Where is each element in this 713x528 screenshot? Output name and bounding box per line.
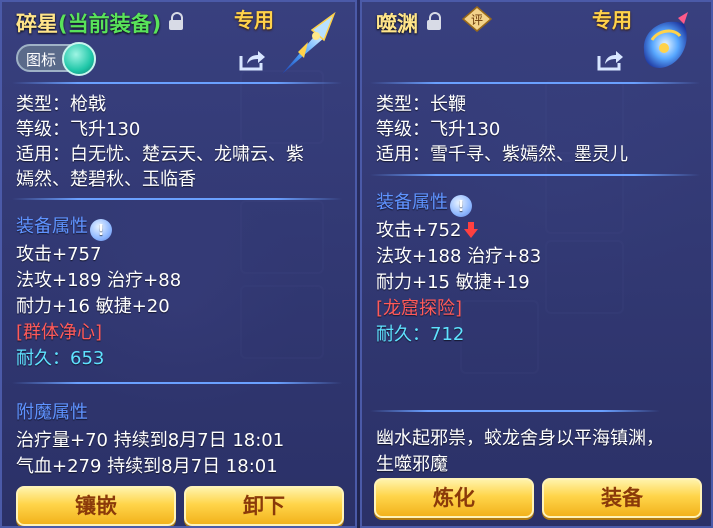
stat-stamina-agility: 耐力+15 敏捷+19 — [376, 272, 530, 293]
lock-icon[interactable] — [426, 12, 442, 30]
divider — [12, 198, 342, 200]
item-type: 类型：枪戟 — [16, 94, 106, 115]
attribute-title-text: 装备属性 — [376, 192, 448, 213]
unequip-button[interactable]: 卸下 — [184, 486, 344, 526]
rating-text: 评 — [471, 13, 483, 27]
toggle-label: 图标 — [26, 51, 57, 69]
divider — [370, 174, 700, 176]
item-description-cont: 生噬邪魔 — [376, 454, 448, 475]
item-name: 碎星 — [16, 12, 58, 36]
item-name: 噬渊 — [376, 12, 418, 36]
exclusive-badge: 专用 — [234, 8, 274, 32]
stat-magic-heal: 法攻+189 治疗+88 — [16, 270, 182, 291]
effect-tag: [龙窟探险] — [376, 298, 463, 319]
lock-icon[interactable] — [168, 12, 184, 30]
divider — [12, 382, 342, 384]
stat-stamina-agility: 耐力+16 敏捷+20 — [16, 296, 170, 317]
effect-tag: [群体净心] — [16, 322, 103, 343]
stat-magic-heal: 法攻+188 治疗+83 — [376, 246, 542, 267]
stat-attack: 攻击+757 — [16, 244, 102, 265]
share-icon[interactable] — [596, 48, 624, 72]
attribute-section-title: 装备属性! — [16, 212, 112, 241]
item-level: 等级：飞升130 — [16, 119, 141, 140]
divider — [12, 82, 342, 84]
equipped-label: (当前装备) — [58, 12, 162, 36]
item-title: 碎星(当前装备) — [16, 8, 161, 38]
divider — [370, 82, 700, 84]
item-description: 幽水起邪祟，蛟龙舍身以平海镇渊， — [376, 428, 664, 449]
durability: 耐久：653 — [16, 348, 105, 369]
attribute-section-title: 装备属性! — [376, 188, 472, 217]
item-applies: 适用：雪千寻、紫嫣然、墨灵儿 — [376, 144, 628, 165]
decrease-arrow-icon — [464, 222, 479, 238]
spear-weapon-icon — [282, 12, 336, 74]
durability: 耐久：712 — [376, 324, 465, 345]
enchant-line: 治疗量+70 持续到8月7日 18:01 — [16, 430, 285, 451]
stat-attack-text: 攻击+752 — [376, 220, 462, 241]
divider — [370, 410, 660, 412]
attribute-title-text: 装备属性 — [16, 216, 88, 237]
whip-weapon-icon — [643, 12, 688, 69]
item-level: 等级：飞升130 — [376, 119, 501, 140]
icon-toggle[interactable]: 图标 — [16, 42, 96, 76]
exclusive-badge: 专用 — [592, 8, 632, 32]
enchant-line: 气血+279 持续到8月7日 18:01 — [16, 456, 278, 477]
toggle-knob — [62, 42, 96, 76]
compare-item-panel: 噬渊 评 专用 类型：长鞭 等级：飞升130 适用：雪千寻、紫嫣然、墨灵儿 装备… — [360, 0, 713, 528]
item-type: 类型：长鞭 — [376, 94, 466, 115]
share-icon[interactable] — [238, 48, 266, 72]
equip-button[interactable]: 装备 — [542, 478, 702, 518]
enchant-section-title: 附魔属性 — [16, 402, 88, 423]
refine-button[interactable]: 炼化 — [374, 478, 534, 518]
item-applies: 适用：白无忧、楚云天、龙啸云、紫 — [16, 144, 304, 165]
info-icon[interactable]: ! — [90, 219, 112, 241]
item-applies-cont: 嫣然、楚碧秋、玉临香 — [16, 169, 196, 190]
equipped-item-panel: 碎星(当前装备) 专用 图标 类型：枪戟 等级：飞升130 适用：白无忧、楚云天… — [0, 0, 357, 528]
rating-icon[interactable]: 评 — [462, 6, 492, 32]
inlay-button[interactable]: 镶嵌 — [16, 486, 176, 526]
info-icon[interactable]: ! — [450, 195, 472, 217]
stat-attack: 攻击+752 — [376, 216, 479, 242]
